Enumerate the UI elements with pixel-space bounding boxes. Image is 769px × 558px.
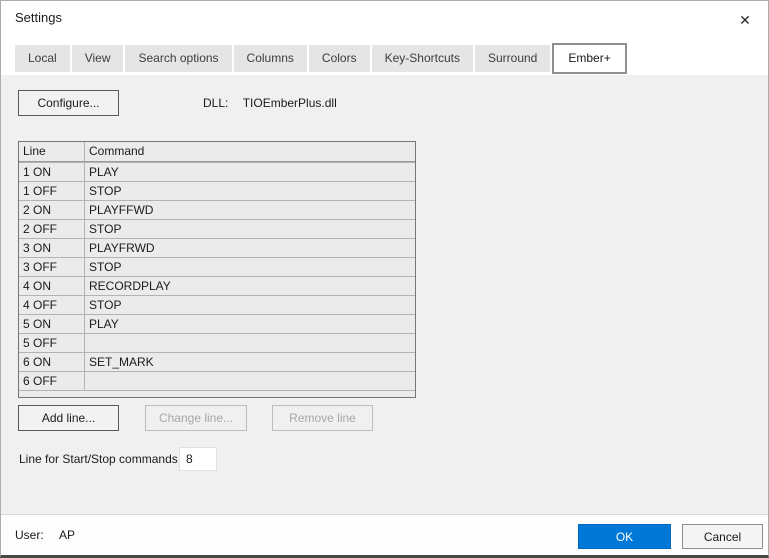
table-body: 1 ONPLAY1 OFFSTOP2 ONPLAYFFWD2 OFFSTOP3 … (19, 162, 415, 390)
dll-row: DLL: TIOEmberPlus.dll (203, 96, 337, 110)
cell-line: 1 OFF (19, 182, 85, 200)
tab-key-shortcuts[interactable]: Key-Shortcuts (372, 45, 473, 72)
cell-command (85, 372, 415, 390)
cell-command (85, 334, 415, 352)
table-row[interactable]: 2 ONPLAYFFWD (19, 200, 415, 219)
footer-bar: User: AP OK Cancel (1, 514, 768, 555)
tab-colors[interactable]: Colors (309, 45, 370, 72)
cell-command: STOP (85, 182, 415, 200)
settings-dialog: Settings ✕ LocalViewSearch optionsColumn… (0, 0, 769, 558)
tab-view[interactable]: View (72, 45, 124, 72)
cell-line: 3 ON (19, 239, 85, 257)
add-line-button[interactable]: Add line... (18, 405, 119, 431)
table-row[interactable]: 6 OFF (19, 371, 415, 390)
close-icon[interactable]: ✕ (732, 7, 758, 33)
user-value: AP (59, 528, 75, 542)
cell-line: 5 OFF (19, 334, 85, 352)
table-row[interactable]: 1 OFFSTOP (19, 181, 415, 200)
configure-button[interactable]: Configure... (18, 90, 119, 116)
ok-button[interactable]: OK (578, 524, 671, 549)
table-row[interactable]: 4 OFFSTOP (19, 295, 415, 314)
ember-tab-panel: Configure... DLL: TIOEmberPlus.dll LineC… (1, 75, 768, 516)
user-label: User: (15, 528, 44, 542)
cell-line: 1 ON (19, 163, 85, 181)
table-header: LineCommand (19, 142, 415, 162)
cell-command: STOP (85, 296, 415, 314)
cancel-button[interactable]: Cancel (682, 524, 763, 549)
table-row[interactable]: 2 OFFSTOP (19, 219, 415, 238)
cell-line: 2 ON (19, 201, 85, 219)
cell-line: 3 OFF (19, 258, 85, 276)
tab-surround[interactable]: Surround (475, 45, 550, 72)
change-line-button: Change line... (145, 405, 247, 431)
table-row[interactable]: 3 OFFSTOP (19, 257, 415, 276)
cell-line: 4 OFF (19, 296, 85, 314)
cell-command: SET_MARK (85, 353, 415, 371)
table-row[interactable]: 6 ONSET_MARK (19, 352, 415, 371)
window-title: Settings (15, 10, 62, 25)
cell-line: 5 ON (19, 315, 85, 333)
tab-columns[interactable]: Columns (234, 45, 307, 72)
dll-label: DLL: (203, 96, 228, 110)
title-bar: Settings ✕ (1, 1, 768, 39)
table-row[interactable]: 3 ONPLAYFRWD (19, 238, 415, 257)
cell-command: STOP (85, 220, 415, 238)
column-header-command: Command (85, 142, 415, 161)
cell-command: PLAY (85, 163, 415, 181)
dll-value: TIOEmberPlus.dll (243, 96, 337, 110)
user-row: User: AP (15, 528, 75, 542)
table-filler-row (19, 390, 415, 397)
table-row[interactable]: 5 OFF (19, 333, 415, 352)
start-stop-line-input[interactable] (179, 447, 217, 471)
cell-command: RECORDPLAY (85, 277, 415, 295)
tab-ember[interactable]: Ember+ (552, 43, 626, 74)
cell-command: PLAYFFWD (85, 201, 415, 219)
remove-line-button: Remove line (272, 405, 373, 431)
table-row[interactable]: 4 ONRECORDPLAY (19, 276, 415, 295)
cell-line: 2 OFF (19, 220, 85, 238)
cell-line: 6 ON (19, 353, 85, 371)
tab-strip: LocalViewSearch optionsColumnsColorsKey-… (15, 45, 627, 74)
table-row[interactable]: 1 ONPLAY (19, 162, 415, 181)
start-stop-label: Line for Start/Stop commands (19, 452, 178, 466)
column-header-line: Line (19, 142, 85, 161)
cell-line: 4 ON (19, 277, 85, 295)
cell-line: 6 OFF (19, 372, 85, 390)
command-table: LineCommand 1 ONPLAY1 OFFSTOP2 ONPLAYFFW… (18, 141, 416, 398)
tab-local[interactable]: Local (15, 45, 70, 72)
cell-command: PLAYFRWD (85, 239, 415, 257)
cell-command: PLAY (85, 315, 415, 333)
table-row[interactable]: 5 ONPLAY (19, 314, 415, 333)
cell-command: STOP (85, 258, 415, 276)
tab-search-options[interactable]: Search options (125, 45, 231, 72)
